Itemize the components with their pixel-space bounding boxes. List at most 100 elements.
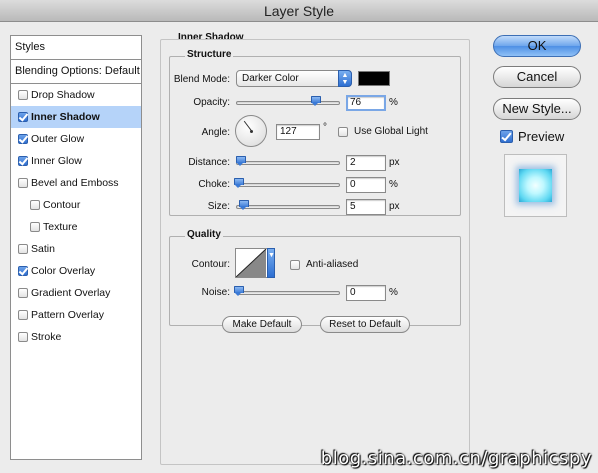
style-item-label: Bevel and Emboss xyxy=(31,177,119,189)
style-item-label: Stroke xyxy=(31,331,62,343)
distance-field[interactable]: 2 xyxy=(346,155,386,171)
reset-to-default-button[interactable]: Reset to Default xyxy=(320,316,410,333)
choke-field[interactable]: 0 xyxy=(346,177,386,193)
quality-title: Quality xyxy=(185,229,223,240)
use-global-light-label: Use Global Light xyxy=(354,126,428,137)
style-preview xyxy=(504,154,567,217)
structure-title: Structure xyxy=(185,49,234,60)
style-item-stroke[interactable]: Stroke xyxy=(11,326,141,348)
noise-field[interactable]: 0 xyxy=(346,285,386,301)
anti-aliased-box[interactable] xyxy=(290,259,300,270)
choke-unit: % xyxy=(389,179,398,190)
style-checkbox[interactable] xyxy=(18,134,28,144)
style-item-inner-shadow[interactable]: Inner Shadow xyxy=(11,106,141,128)
new-style-button[interactable]: New Style... xyxy=(493,98,581,120)
angle-field[interactable]: 127 xyxy=(276,124,320,140)
style-item-satin[interactable]: Satin xyxy=(11,238,141,260)
style-item-label: Contour xyxy=(43,199,81,211)
angle-dial[interactable] xyxy=(235,115,267,147)
opacity-field[interactable]: 76 xyxy=(346,95,386,111)
style-item-bevel-and-emboss[interactable]: Bevel and Emboss xyxy=(11,172,141,194)
dialog-body: Styles Blending Options: Default Drop Sh… xyxy=(0,22,598,473)
style-item-inner-glow[interactable]: Inner Glow xyxy=(11,150,141,172)
opacity-slider[interactable] xyxy=(236,96,340,106)
style-checkbox[interactable] xyxy=(18,112,28,122)
choke-label: Choke: xyxy=(198,179,230,190)
shadow-color-swatch[interactable] xyxy=(358,71,390,86)
blend-mode-value: Darker Color xyxy=(242,73,299,84)
use-global-light-box[interactable] xyxy=(338,126,348,137)
style-item-label: Drop Shadow xyxy=(31,89,95,101)
style-item-label: Inner Shadow xyxy=(31,111,100,123)
watermark-text: blog.sina.com.cn/graphicspy xyxy=(320,448,592,469)
preview-checkbox[interactable]: Preview xyxy=(500,129,564,144)
style-item-label: Outer Glow xyxy=(31,133,85,145)
contour-label: Contour: xyxy=(191,259,230,270)
opacity-slider-thumb[interactable] xyxy=(311,96,321,106)
angle-center-dot xyxy=(250,130,253,133)
size-slider-thumb[interactable] xyxy=(239,200,249,210)
distance-unit: px xyxy=(389,157,400,168)
style-checkbox[interactable] xyxy=(18,156,28,166)
contour-curve-icon xyxy=(236,249,267,277)
blending-options-item[interactable]: Blending Options: Default xyxy=(11,60,141,84)
style-checkbox[interactable] xyxy=(18,266,28,276)
distance-slider[interactable] xyxy=(236,156,340,166)
size-label: Size: xyxy=(207,201,230,212)
style-item-gradient-overlay[interactable]: Gradient Overlay xyxy=(11,282,141,304)
style-item-drop-shadow[interactable]: Drop Shadow xyxy=(11,84,141,106)
distance-label: Distance: xyxy=(188,157,230,168)
style-checkbox[interactable] xyxy=(18,178,28,188)
opacity-label: Opacity: xyxy=(193,97,230,108)
style-item-pattern-overlay[interactable]: Pattern Overlay xyxy=(11,304,141,326)
select-arrows-icon: ▲ ▼ xyxy=(338,70,352,87)
noise-slider-thumb[interactable] xyxy=(234,286,244,296)
noise-label: Noise: xyxy=(201,287,230,298)
noise-slider[interactable] xyxy=(234,286,340,296)
angle-label: Angle: xyxy=(201,127,230,138)
distance-slider-thumb[interactable] xyxy=(236,156,246,166)
size-unit: px xyxy=(389,201,400,212)
angle-unit: ° xyxy=(323,122,327,133)
preview-check-box[interactable] xyxy=(500,130,513,143)
style-item-label: Inner Glow xyxy=(31,155,82,167)
style-item-contour[interactable]: Contour xyxy=(11,194,141,216)
preview-swatch xyxy=(519,169,552,202)
choke-slider[interactable] xyxy=(234,178,340,188)
style-item-texture[interactable]: Texture xyxy=(11,216,141,238)
window-title: Layer Style xyxy=(0,0,598,22)
quality-group xyxy=(169,236,461,326)
opacity-unit: % xyxy=(389,97,398,108)
style-item-outer-glow[interactable]: Outer Glow xyxy=(11,128,141,150)
style-checkbox[interactable] xyxy=(18,310,28,320)
style-checkbox[interactable] xyxy=(18,332,28,342)
size-field[interactable]: 5 xyxy=(346,199,386,215)
style-checkbox[interactable] xyxy=(30,200,40,210)
use-global-light-checkbox[interactable]: Use Global Light xyxy=(338,126,428,137)
style-checkbox[interactable] xyxy=(18,288,28,298)
make-default-button[interactable]: Make Default xyxy=(222,316,302,333)
styles-list: Styles Blending Options: Default Drop Sh… xyxy=(10,35,142,460)
contour-picker[interactable]: ▼ xyxy=(235,248,275,278)
size-slider[interactable] xyxy=(236,200,340,210)
noise-unit: % xyxy=(389,287,398,298)
style-item-label: Gradient Overlay xyxy=(31,287,111,299)
ok-button[interactable]: OK xyxy=(493,35,581,57)
style-checkbox[interactable] xyxy=(18,90,28,100)
anti-aliased-label: Anti-aliased xyxy=(306,259,359,270)
choke-slider-thumb[interactable] xyxy=(234,178,244,188)
contour-dropdown-icon[interactable]: ▼ xyxy=(267,248,275,278)
cancel-button[interactable]: Cancel xyxy=(493,66,581,88)
preview-label: Preview xyxy=(518,129,565,144)
style-item-label: Pattern Overlay xyxy=(31,309,104,321)
anti-aliased-checkbox[interactable]: Anti-aliased xyxy=(290,259,358,270)
blend-mode-label: Blend Mode: xyxy=(173,74,230,85)
style-item-color-overlay[interactable]: Color Overlay xyxy=(11,260,141,282)
styles-header[interactable]: Styles xyxy=(11,36,141,60)
blend-mode-select[interactable]: Darker Color ▲ ▼ xyxy=(236,70,352,87)
style-checkbox[interactable] xyxy=(18,244,28,254)
style-item-label: Texture xyxy=(43,221,78,233)
style-item-label: Color Overlay xyxy=(31,265,96,277)
style-item-label: Satin xyxy=(31,243,55,255)
style-checkbox[interactable] xyxy=(30,222,40,232)
